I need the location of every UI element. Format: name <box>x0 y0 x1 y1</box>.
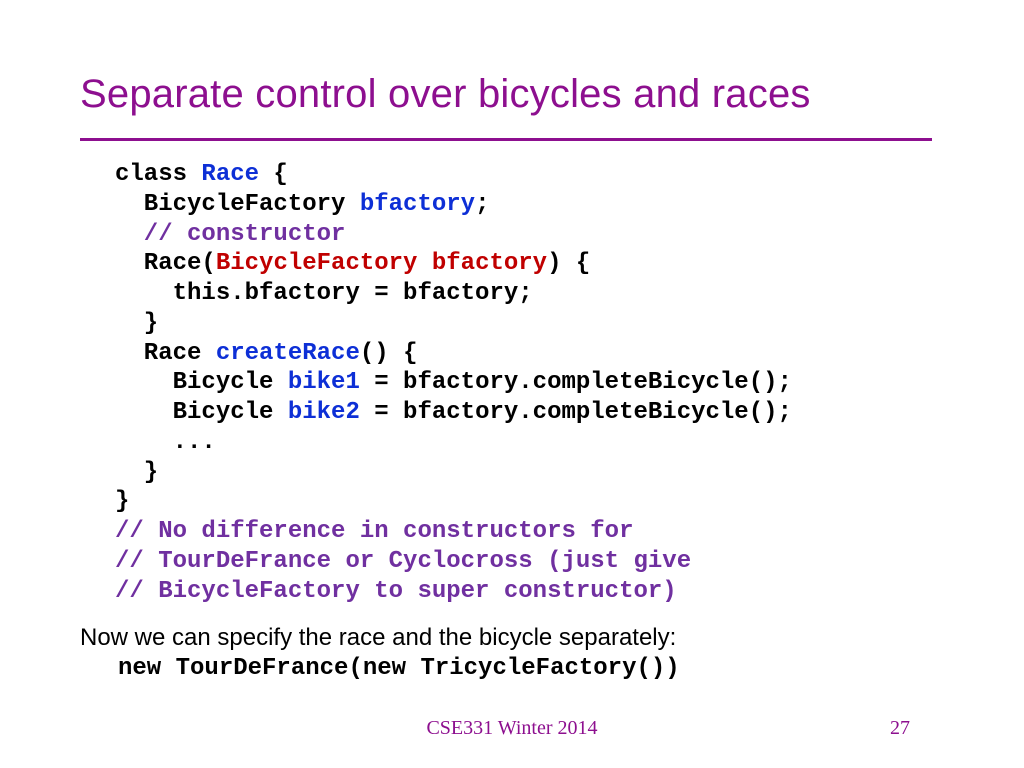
code-l8-tail: = bfactory.completeBicycle(); <box>360 369 792 396</box>
code-l8-var: bike1 <box>288 369 360 396</box>
code-l7-tail: () { <box>360 340 418 367</box>
code-l1-tail: { <box>259 161 288 188</box>
code-l11: } <box>115 459 158 486</box>
code-l14-comment: // TourDeFrance or Cyclocross (just give <box>115 548 691 575</box>
explanation-code: new TourDeFrance(new TricycleFactory()) <box>118 653 680 684</box>
slide: Separate control over bicycles and races… <box>0 0 1024 768</box>
code-l13-comment: // No difference in constructors for <box>115 518 633 545</box>
code-l1-type: Race <box>201 161 259 188</box>
code-l9-head: Bicycle <box>115 399 288 426</box>
code-l4-tail: ) { <box>547 250 590 277</box>
code-l15-comment: // BicycleFactory to super constructor) <box>115 578 677 605</box>
code-l10: ... <box>115 429 216 456</box>
code-l4-param: BicycleFactory bfactory <box>216 250 547 277</box>
code-l4-head: Race( <box>115 250 216 277</box>
code-block: class Race { BicycleFactory bfactory; //… <box>115 160 792 606</box>
code-l6: } <box>115 310 158 337</box>
code-l9-tail: = bfactory.completeBicycle(); <box>360 399 792 426</box>
slide-title: Separate control over bicycles and races <box>80 72 811 117</box>
explanation: Now we can specify the race and the bicy… <box>80 622 680 684</box>
code-l12: } <box>115 488 129 515</box>
code-l2-head: BicycleFactory <box>115 191 360 218</box>
title-rule <box>80 138 932 141</box>
code-l7-method: createRace <box>216 340 360 367</box>
code-l7-head: Race <box>115 340 216 367</box>
footer-page-number: 27 <box>890 717 910 740</box>
code-l2-tail: ; <box>475 191 489 218</box>
code-l2-field: bfactory <box>360 191 475 218</box>
footer-course: CSE331 Winter 2014 <box>0 717 1024 740</box>
code-l5: this.bfactory = bfactory; <box>115 280 533 307</box>
code-l8-head: Bicycle <box>115 369 288 396</box>
code-l9-var: bike2 <box>288 399 360 426</box>
explanation-line1: Now we can specify the race and the bicy… <box>80 622 680 653</box>
code-l3-comment: // constructor <box>115 221 345 248</box>
code-l1-kw: class <box>115 161 201 188</box>
